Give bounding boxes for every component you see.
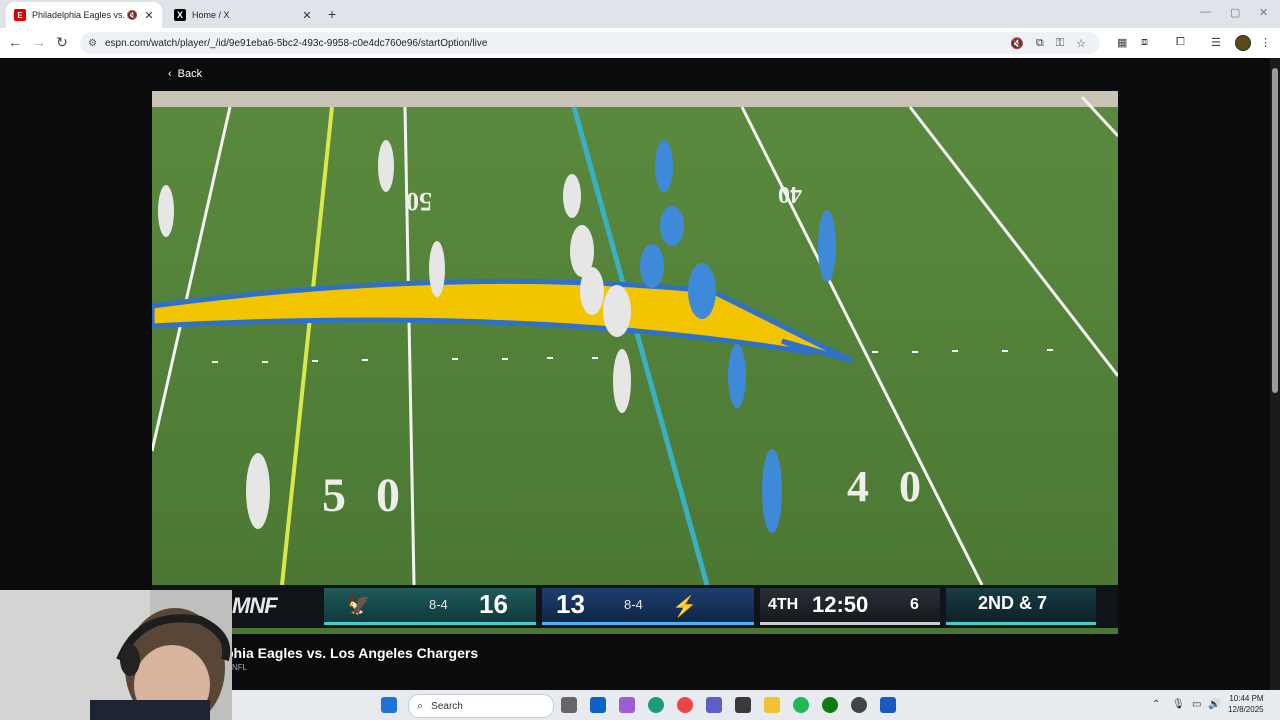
- field-number-bottom-right: 40: [847, 462, 951, 511]
- play-clock: 6: [910, 596, 919, 613]
- field-number-top-left: 50: [406, 187, 432, 216]
- tab-x[interactable]: X Home / X ✕: [166, 2, 320, 28]
- profile-avatar[interactable]: [1235, 35, 1251, 51]
- volume-icon[interactable]: 🔊: [1208, 699, 1220, 710]
- maximize-icon[interactable]: ▢: [1230, 6, 1240, 19]
- menu-kebab-icon[interactable]: ⋮: [1260, 36, 1271, 49]
- taskbar-search[interactable]: ⌕ Search: [408, 694, 554, 718]
- eagles-logo-icon: 🦅: [346, 594, 371, 616]
- xbox-icon[interactable]: [822, 697, 838, 713]
- away-team-panel: 🦅 8-4 16: [324, 588, 536, 625]
- game-clock-panel: 4TH 12:50 6: [760, 588, 940, 625]
- network-icon[interactable]: ▭: [1192, 699, 1201, 710]
- field-number-top-right: 40: [778, 181, 802, 207]
- outlook-icon[interactable]: [590, 697, 606, 713]
- chevron-left-icon: ‹: [168, 68, 172, 80]
- close-tab-icon[interactable]: ✕: [300, 9, 314, 22]
- field-number-bottom-left: 50: [322, 469, 430, 522]
- steam-icon[interactable]: [851, 697, 867, 713]
- minimize-icon[interactable]: —: [1200, 6, 1211, 18]
- back-arrow-icon[interactable]: ←: [6, 34, 24, 50]
- taskbar-search-label: Search: [431, 700, 463, 712]
- extension-icon[interactable]: ▦: [1117, 36, 1127, 49]
- taskbar-clock[interactable]: 10:44 PM 12/8/2025: [1228, 693, 1264, 715]
- muted-site-icon[interactable]: 🔇: [1010, 37, 1024, 50]
- page-scrollbar[interactable]: [1270, 58, 1280, 690]
- tab-espn[interactable]: E Philadelphia Eagles vs. Los 🔇 ✕: [6, 2, 162, 28]
- scorebug: MNF 🦅 8-4 16 13 8-4 ⚡ 4TH 12:50 6 2ND & …: [152, 585, 1118, 628]
- task-view-icon[interactable]: [561, 697, 577, 713]
- edge-icon[interactable]: [648, 697, 664, 713]
- password-key-icon[interactable]: ⚿: [1056, 37, 1064, 50]
- tab-title: Home / X: [192, 10, 230, 20]
- close-window-icon[interactable]: ✕: [1259, 6, 1268, 19]
- spotify-icon[interactable]: [793, 697, 809, 713]
- game-clock: 12:50: [812, 592, 869, 617]
- close-tab-icon[interactable]: ✕: [142, 9, 156, 22]
- tab-search-icon[interactable]: ⧠: [1176, 36, 1185, 49]
- reload-icon[interactable]: ↻: [53, 34, 71, 51]
- mute-tab-icon[interactable]: 🔇: [127, 10, 138, 21]
- reading-list-icon[interactable]: ☰: [1211, 36, 1221, 49]
- new-tab-button[interactable]: +: [328, 6, 336, 22]
- tab-bar: E Philadelphia Eagles vs. Los 🔇 ✕ X Home…: [0, 0, 1280, 28]
- espn-icon: E: [14, 9, 26, 21]
- extensions-puzzle-icon[interactable]: ⧈: [1141, 36, 1148, 49]
- browser-toolbar: ← → ↻ ⚙ espn.com/watch/player/_/id/9e91e…: [0, 28, 1280, 59]
- webcam-overlay: [0, 590, 232, 720]
- away-score: 16: [479, 589, 508, 619]
- forward-arrow-icon[interactable]: →: [30, 34, 48, 50]
- windows-start-icon[interactable]: [381, 697, 397, 713]
- down-distance-panel: 2ND & 7: [946, 588, 1096, 625]
- down-distance: 2ND & 7: [978, 593, 1048, 613]
- game-subtitle: NFL: [232, 663, 248, 672]
- quarter: 4TH: [768, 596, 799, 613]
- back-label: Back: [177, 68, 203, 80]
- install-app-icon[interactable]: ⧉: [1036, 37, 1044, 50]
- x-icon: X: [174, 9, 186, 21]
- chargers-logo-icon: ⚡: [672, 596, 697, 618]
- back-link[interactable]: ‹ Back: [168, 68, 202, 80]
- scrollbar-thumb[interactable]: [1272, 68, 1278, 393]
- chrome-icon[interactable]: [677, 697, 693, 713]
- video-player[interactable]: 50 40 50 40 MNF 🦅 8-4 16 13 8-4 ⚡ 4TH 12…: [152, 91, 1118, 634]
- chevron-up-icon[interactable]: ⌃: [1152, 699, 1160, 710]
- bookmark-star-icon[interactable]: ☆: [1076, 37, 1086, 50]
- network-logo: MNF: [232, 593, 278, 618]
- home-record: 8-4: [624, 597, 643, 612]
- windows-taskbar: ⌕ Search ⌃ 🎙 ▭ 🔊 10:44 PM 12/8/2025: [232, 690, 1280, 720]
- file-explorer-icon[interactable]: [764, 697, 780, 713]
- url-text: espn.com/watch/player/_/id/9e91eba6-5bc2…: [104, 37, 488, 49]
- webcam-person-image: [0, 590, 232, 720]
- tab-title: Philadelphia Eagles vs. Los: [32, 10, 127, 20]
- clock-date: 12/8/2025: [1228, 705, 1264, 714]
- home-score: 13: [556, 589, 585, 619]
- football-field-video-frame: 50 40 50 40: [152, 91, 1118, 634]
- word-icon[interactable]: [880, 697, 896, 713]
- clock-time: 10:44 PM: [1229, 694, 1264, 703]
- search-icon: ⌕: [417, 699, 424, 712]
- game-title: phia Eagles vs. Los Angeles Chargers: [225, 645, 479, 661]
- site-info-icon[interactable]: ⚙: [88, 38, 97, 49]
- store-icon[interactable]: [735, 697, 751, 713]
- copilot-icon[interactable]: [619, 697, 635, 713]
- teams-icon[interactable]: [706, 697, 722, 713]
- address-bar[interactable]: ⚙ espn.com/watch/player/_/id/9e91eba6-5b…: [80, 32, 1100, 54]
- away-record: 8-4: [429, 597, 448, 612]
- home-team-panel: 13 8-4 ⚡: [542, 588, 754, 625]
- microphone-icon[interactable]: 🎙: [1172, 699, 1185, 710]
